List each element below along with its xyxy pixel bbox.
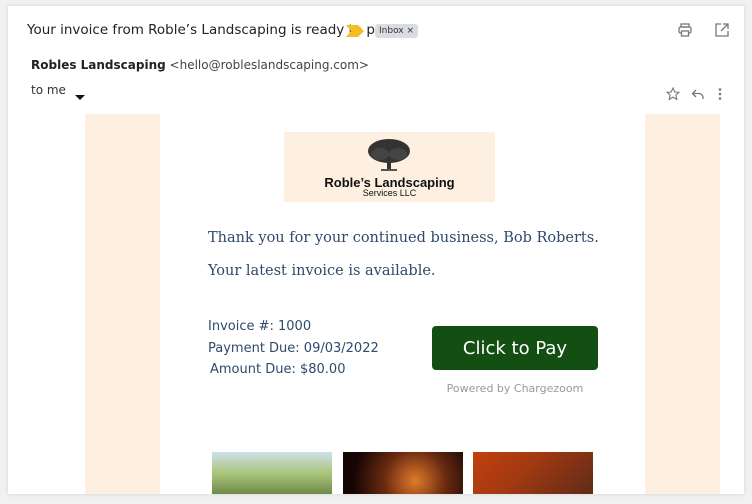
right-accent-column [645, 114, 720, 494]
email-view: Your invoice from Roble’s Landscaping is… [8, 6, 744, 494]
click-to-pay-button[interactable]: Click to Pay [432, 326, 598, 370]
sender-name: Robles Landscaping [31, 58, 166, 72]
email-subject: Your invoice from Roble’s Landscaping is… [27, 22, 392, 38]
sender-email: <hello@robleslandscaping.com> [169, 58, 369, 72]
powered-by-text: Powered by Chargezoom [446, 382, 584, 395]
company-logo: Roble’s Landscaping Services LLC [284, 132, 495, 202]
inbox-label-chip[interactable]: Inbox × [375, 24, 419, 38]
holiday-lights-house-photo [473, 452, 593, 494]
invoice-number: Invoice #: 1000 [208, 319, 312, 334]
holiday-lights-bokeh-photo [343, 452, 463, 494]
intro-text: Your latest invoice is available. [208, 263, 436, 279]
palm-tree-trimming-photo [212, 452, 332, 494]
oak-tree-icon [368, 139, 410, 171]
more-vert-icon[interactable] [717, 87, 723, 101]
importance-marker-icon[interactable] [346, 25, 364, 37]
left-accent-column [85, 114, 160, 494]
print-icon[interactable] [678, 23, 692, 37]
logo-company-subtitle: Services LLC [362, 188, 417, 198]
recipient-label: to me [31, 83, 66, 97]
open-in-new-window-icon[interactable] [715, 23, 729, 37]
greeting-text: Thank you for your continued business, B… [208, 230, 599, 246]
star-icon[interactable] [666, 87, 680, 101]
amount-due: Amount Due: $80.00 [210, 362, 346, 377]
sender: Robles Landscaping <hello@robleslandscap… [31, 58, 369, 72]
payment-due: Payment Due: 09/03/2022 [208, 341, 379, 356]
reply-icon[interactable] [691, 87, 705, 101]
recipient-details-caret-icon[interactable] [75, 95, 85, 100]
